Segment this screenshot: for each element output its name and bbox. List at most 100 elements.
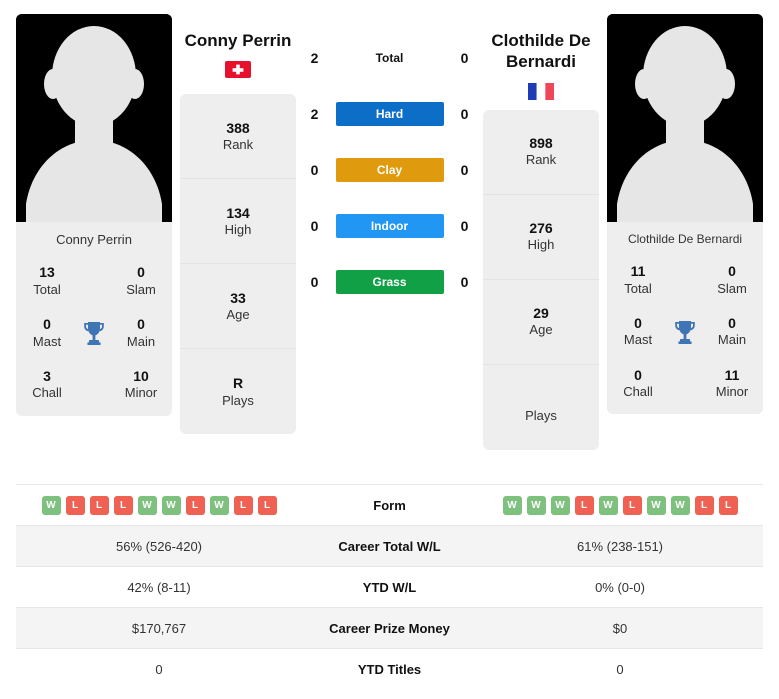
h2h-indoor-left: 0 xyxy=(310,218,319,234)
right-form-strip: WWWLWLWWLL xyxy=(483,495,757,515)
h2h-row-clay: 0 Clay 0 xyxy=(306,142,474,198)
form-badge-loss: L xyxy=(89,495,109,515)
trophy-icon xyxy=(82,320,106,346)
form-badge-loss: L xyxy=(185,495,205,515)
left-player-caption: Conny Perrin xyxy=(56,232,132,247)
h2h-total-right: 0 xyxy=(460,50,469,66)
h2h-hard-left: 2 xyxy=(310,106,319,122)
h2h-total-label: Total xyxy=(375,51,404,65)
left-ytd-wl: 42% (8-11) xyxy=(127,579,191,595)
left-ytd-titles: 0 xyxy=(155,661,163,677)
left-plays: R Plays xyxy=(222,375,254,408)
form-badge-loss: L xyxy=(574,495,594,515)
france-flag-icon xyxy=(528,82,554,100)
right-player-column: Clothilde De Bernardi 11 Total 0 Slam 0 … xyxy=(607,14,763,415)
right-high: 276 High xyxy=(483,195,599,280)
left-titles-slam: 0 Slam xyxy=(126,264,156,297)
h2h-total-left: 2 xyxy=(310,50,319,66)
right-form-cell: WWWLWLWWLL xyxy=(477,485,763,526)
h2h-row-indoor: 0 Indoor 0 xyxy=(306,198,474,254)
h2h-indoor-right: 0 xyxy=(460,218,469,234)
left-age: 33 Age xyxy=(180,264,296,350)
right-player-rank-card: 898 Rank 276 High 29 Age Plays xyxy=(483,109,599,450)
left-player-photo[interactable] xyxy=(16,14,172,222)
h2h-grass-left: 0 xyxy=(310,274,319,290)
right-rank: 898 Rank xyxy=(483,110,599,195)
form-badge-loss: L xyxy=(718,495,738,515)
left-rank: 388 Rank xyxy=(180,94,296,180)
right-plays: Plays xyxy=(525,407,557,423)
left-player-name-column: Conny Perrin 388 Rank 134 High 33 Age R … xyxy=(180,14,296,435)
form-badge-win: W xyxy=(209,495,229,515)
left-player-info-card: Conny Perrin 13 Total 0 Slam 0 Mast 0 Ma… xyxy=(16,222,172,416)
surface-pill-clay[interactable]: Clay xyxy=(335,158,444,182)
left-form-cell: WLLLWWLWLL xyxy=(16,485,302,526)
h2h-clay-right: 0 xyxy=(460,162,469,178)
left-player-titles-grid: 13 Total 0 Slam 0 Mast 0 Main 3 Chall 10… xyxy=(20,264,168,401)
surface-pill-indoor[interactable]: Indoor xyxy=(335,214,444,238)
h2h-row-total: 2 Total 0 xyxy=(306,30,474,86)
table-row-form: WLLLWWLWLL Form WWWLWLWWLL xyxy=(16,484,763,526)
comparison-stats-table: WLLLWWLWLL Form WWWLWLWWLL 56% (526-420)… xyxy=(16,484,763,690)
h2h-grass-right: 0 xyxy=(460,274,469,290)
left-player-name: Conny Perrin xyxy=(184,31,292,50)
form-badge-loss: L xyxy=(257,495,277,515)
right-player-titles-grid: 11 Total 0 Slam 0 Mast 0 Main 0 Chall 11… xyxy=(611,263,759,400)
table-row-career-total-wl: 56% (526-420) Career Total W/L 61% (238-… xyxy=(16,525,763,567)
trophy-icon-glyph xyxy=(84,321,104,345)
row-label-form: Form xyxy=(373,497,406,513)
head-to-head-column: 2 Total 0 2 Hard 0 0 Clay 0 0 Indoor 0 0 xyxy=(296,14,483,310)
form-badge-win: W xyxy=(161,495,181,515)
surface-pill-grass[interactable]: Grass xyxy=(335,270,444,294)
form-badge-loss: L xyxy=(113,495,133,515)
form-badge-loss: L xyxy=(65,495,85,515)
left-titles-main: 0 Main xyxy=(126,316,156,349)
h2h-row-grass: 0 Grass 0 xyxy=(306,254,474,310)
right-titles-main: 0 Main xyxy=(717,314,747,348)
left-high: 134 High xyxy=(180,179,296,265)
right-ytd-wl: 0% (0-0) xyxy=(595,579,645,595)
surface-pill-hard[interactable]: Hard xyxy=(335,102,444,126)
right-player-name-column: Clothilde De Bernardi 898 Rank 276 High … xyxy=(483,14,599,450)
left-titles-minor: 10 Minor xyxy=(124,367,158,401)
right-titles-mast: 0 Mast xyxy=(623,314,653,348)
form-badge-win: W xyxy=(550,495,570,515)
form-badge-win: W xyxy=(670,495,690,515)
form-badge-win: W xyxy=(646,495,666,515)
trophy-icon-glyph xyxy=(675,320,695,344)
comparison-header: Conny Perrin 13 Total 0 Slam 0 Mast 0 Ma… xyxy=(0,0,779,480)
right-career-prize-money: $0 xyxy=(612,620,628,636)
right-player-info-card: Clothilde De Bernardi 11 Total 0 Slam 0 … xyxy=(607,222,763,415)
player-comparison-page: Conny Perrin 13 Total 0 Slam 0 Mast 0 Ma… xyxy=(0,0,779,699)
left-titles-total: 13 Total xyxy=(33,264,61,297)
left-career-prize-money: $170,767 xyxy=(131,620,187,636)
row-label-career-prize-money: Career Prize Money xyxy=(329,620,450,636)
swiss-flag-icon xyxy=(225,61,251,79)
h2h-row-hard: 2 Hard 0 xyxy=(306,86,474,142)
right-titles-slam: 0 Slam xyxy=(717,263,747,296)
form-badge-win: W xyxy=(137,495,157,515)
form-badge-loss: L xyxy=(694,495,714,515)
form-badge-win: W xyxy=(41,495,61,515)
right-player-name: Clothilde De Bernardi xyxy=(491,31,591,72)
right-player-caption: Clothilde De Bernardi xyxy=(627,232,743,246)
row-label-ytd-titles: YTD Titles xyxy=(357,661,422,677)
left-form-strip: WLLLWWLWLL xyxy=(22,495,296,515)
player-avatar-silhouette xyxy=(16,14,172,222)
trophy-icon xyxy=(673,319,697,345)
table-row-career-prize-money: $170,767 Career Prize Money $0 xyxy=(16,607,763,649)
player-avatar-silhouette xyxy=(607,14,763,222)
form-badge-win: W xyxy=(502,495,522,515)
right-titles-chall: 0 Chall xyxy=(623,366,653,400)
left-titles-chall: 3 Chall xyxy=(32,367,62,401)
right-titles-minor: 11 Minor xyxy=(715,366,749,400)
left-career-total-wl: 56% (526-420) xyxy=(116,538,202,554)
right-player-photo[interactable] xyxy=(607,14,763,222)
h2h-hard-right: 0 xyxy=(460,106,469,122)
right-age: 29 Age xyxy=(483,280,599,365)
h2h-clay-left: 0 xyxy=(310,162,319,178)
left-player-column: Conny Perrin 13 Total 0 Slam 0 Mast 0 Ma… xyxy=(16,14,172,416)
form-badge-loss: L xyxy=(622,495,642,515)
table-row-ytd-wl: 42% (8-11) YTD W/L 0% (0-0) xyxy=(16,566,763,608)
left-player-rank-card: 388 Rank 134 High 33 Age R Plays xyxy=(180,94,296,435)
